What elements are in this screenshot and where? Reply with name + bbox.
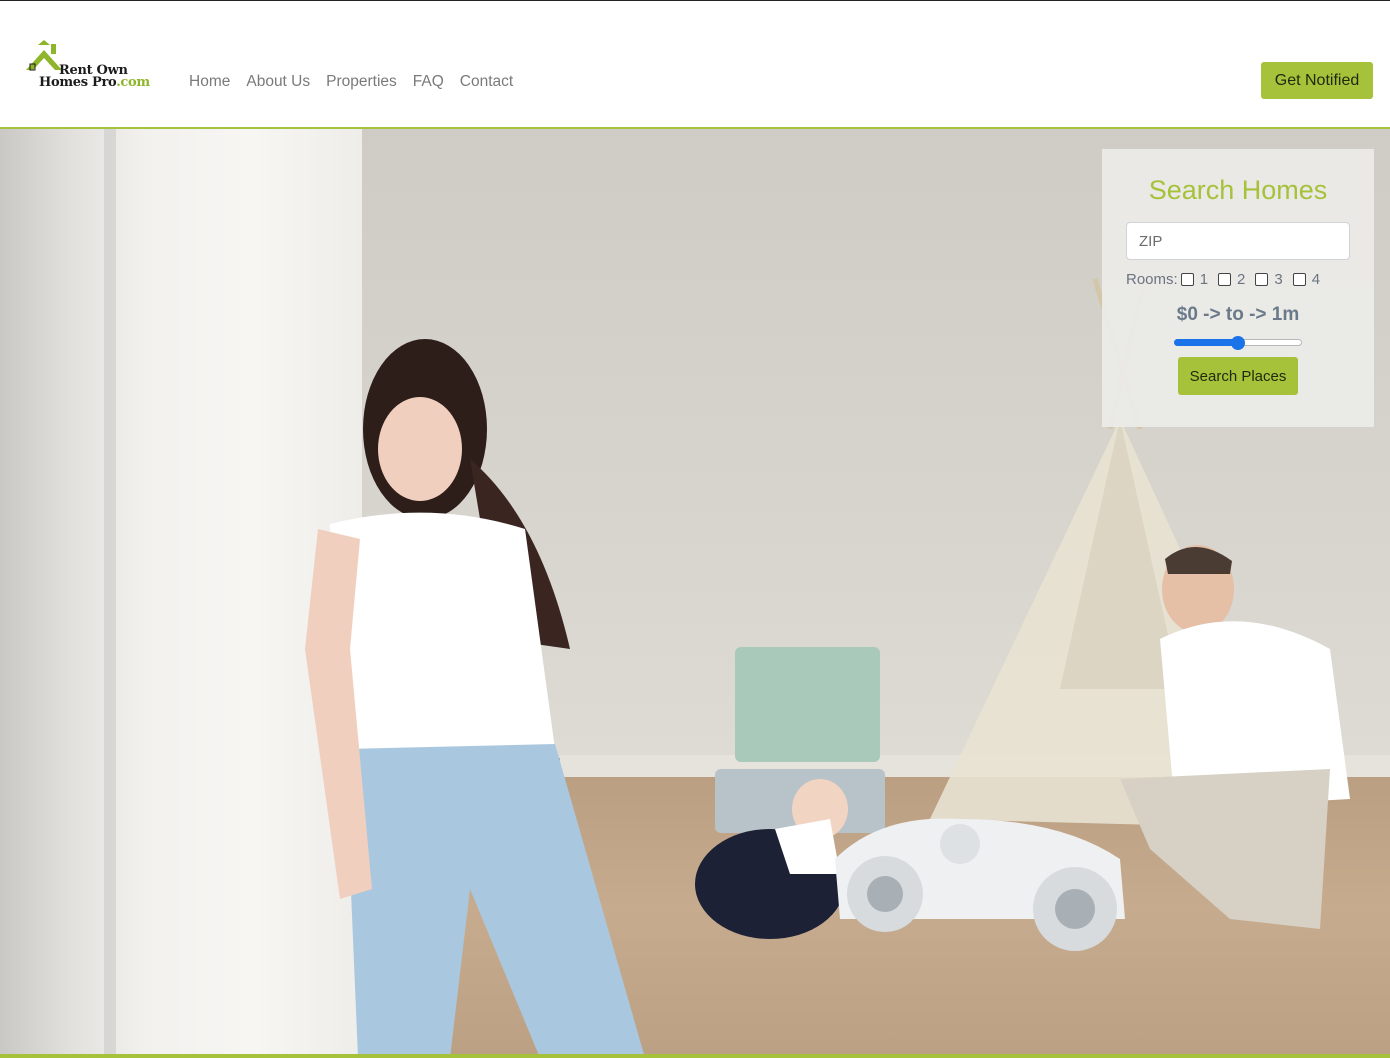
nav-properties[interactable]: Properties	[326, 72, 397, 92]
logo-homes-pro: Homes Pro	[39, 75, 117, 90]
rooms-label: Rooms:	[1126, 271, 1178, 288]
nav-home[interactable]: Home	[189, 72, 230, 92]
slider-thumb[interactable]	[1231, 336, 1245, 350]
rooms-checkbox-1[interactable]	[1180, 273, 1194, 286]
rooms-option-label: 1	[1199, 271, 1209, 288]
price-range-text: $0 -> to -> 1m	[1176, 304, 1300, 325]
nav-faq[interactable]: FAQ	[413, 72, 444, 92]
rooms-option-2[interactable]: 2	[1218, 271, 1245, 288]
rooms-option-1[interactable]: 1	[1180, 271, 1209, 288]
nav-about-us[interactable]: About Us	[246, 72, 310, 92]
price-slider[interactable]	[1174, 336, 1302, 350]
site-logo[interactable]: Rent Own Homes Pro.com	[24, 38, 154, 92]
slider-fill	[1174, 339, 1238, 346]
search-places-button[interactable]: Search Places	[1178, 357, 1298, 395]
rooms-checkbox-4[interactable]	[1292, 273, 1306, 286]
house-roof-icon	[26, 40, 62, 71]
rooms-option-label: 4	[1311, 271, 1321, 288]
logo-dotcom: .com	[116, 75, 150, 90]
rooms-option-4[interactable]: 4	[1292, 271, 1321, 288]
rooms-checkbox-2[interactable]	[1218, 273, 1232, 286]
hero-bottom-border	[0, 1054, 1390, 1058]
get-notified-button[interactable]: Get Notified	[1261, 62, 1373, 99]
site-header: Rent Own Homes Pro.com Home About Us Pro…	[0, 0, 1390, 129]
search-title: Search Homes	[1148, 175, 1328, 205]
search-homes-panel: Search Homes Rooms: 1 2 3 4 $0 -> to -> …	[1102, 149, 1374, 427]
logo-line-2: Homes Pro.com	[39, 76, 150, 89]
main-nav: Home About Us Properties FAQ Contact	[189, 72, 529, 92]
rooms-checkbox-3[interactable]	[1255, 273, 1269, 286]
rooms-option-label: 2	[1237, 271, 1246, 288]
zip-input[interactable]	[1126, 222, 1350, 260]
rooms-option-3[interactable]: 3	[1255, 271, 1283, 288]
rooms-option-label: 3	[1274, 271, 1283, 288]
nav-contact[interactable]: Contact	[460, 72, 513, 92]
rooms-filter: Rooms: 1 2 3 4	[1126, 271, 1330, 288]
